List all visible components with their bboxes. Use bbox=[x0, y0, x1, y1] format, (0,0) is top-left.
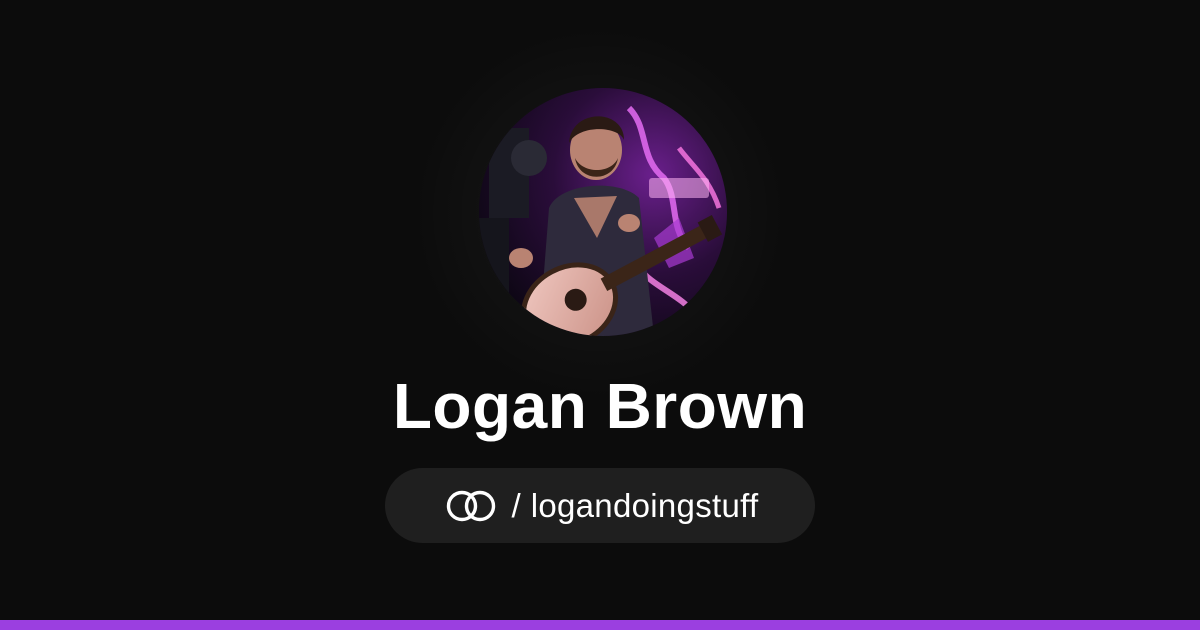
profile-name: Logan Brown bbox=[392, 370, 808, 442]
handle-separator: / bbox=[511, 486, 521, 524]
accent-bar bbox=[0, 620, 1200, 630]
avatar-photo bbox=[479, 88, 727, 336]
profile-handle: logandoingstuff bbox=[530, 486, 759, 524]
profile-handle-pill[interactable]: / logandoingstuff bbox=[385, 468, 815, 543]
linked-rings-logo-icon bbox=[446, 490, 495, 521]
avatar bbox=[479, 88, 727, 336]
